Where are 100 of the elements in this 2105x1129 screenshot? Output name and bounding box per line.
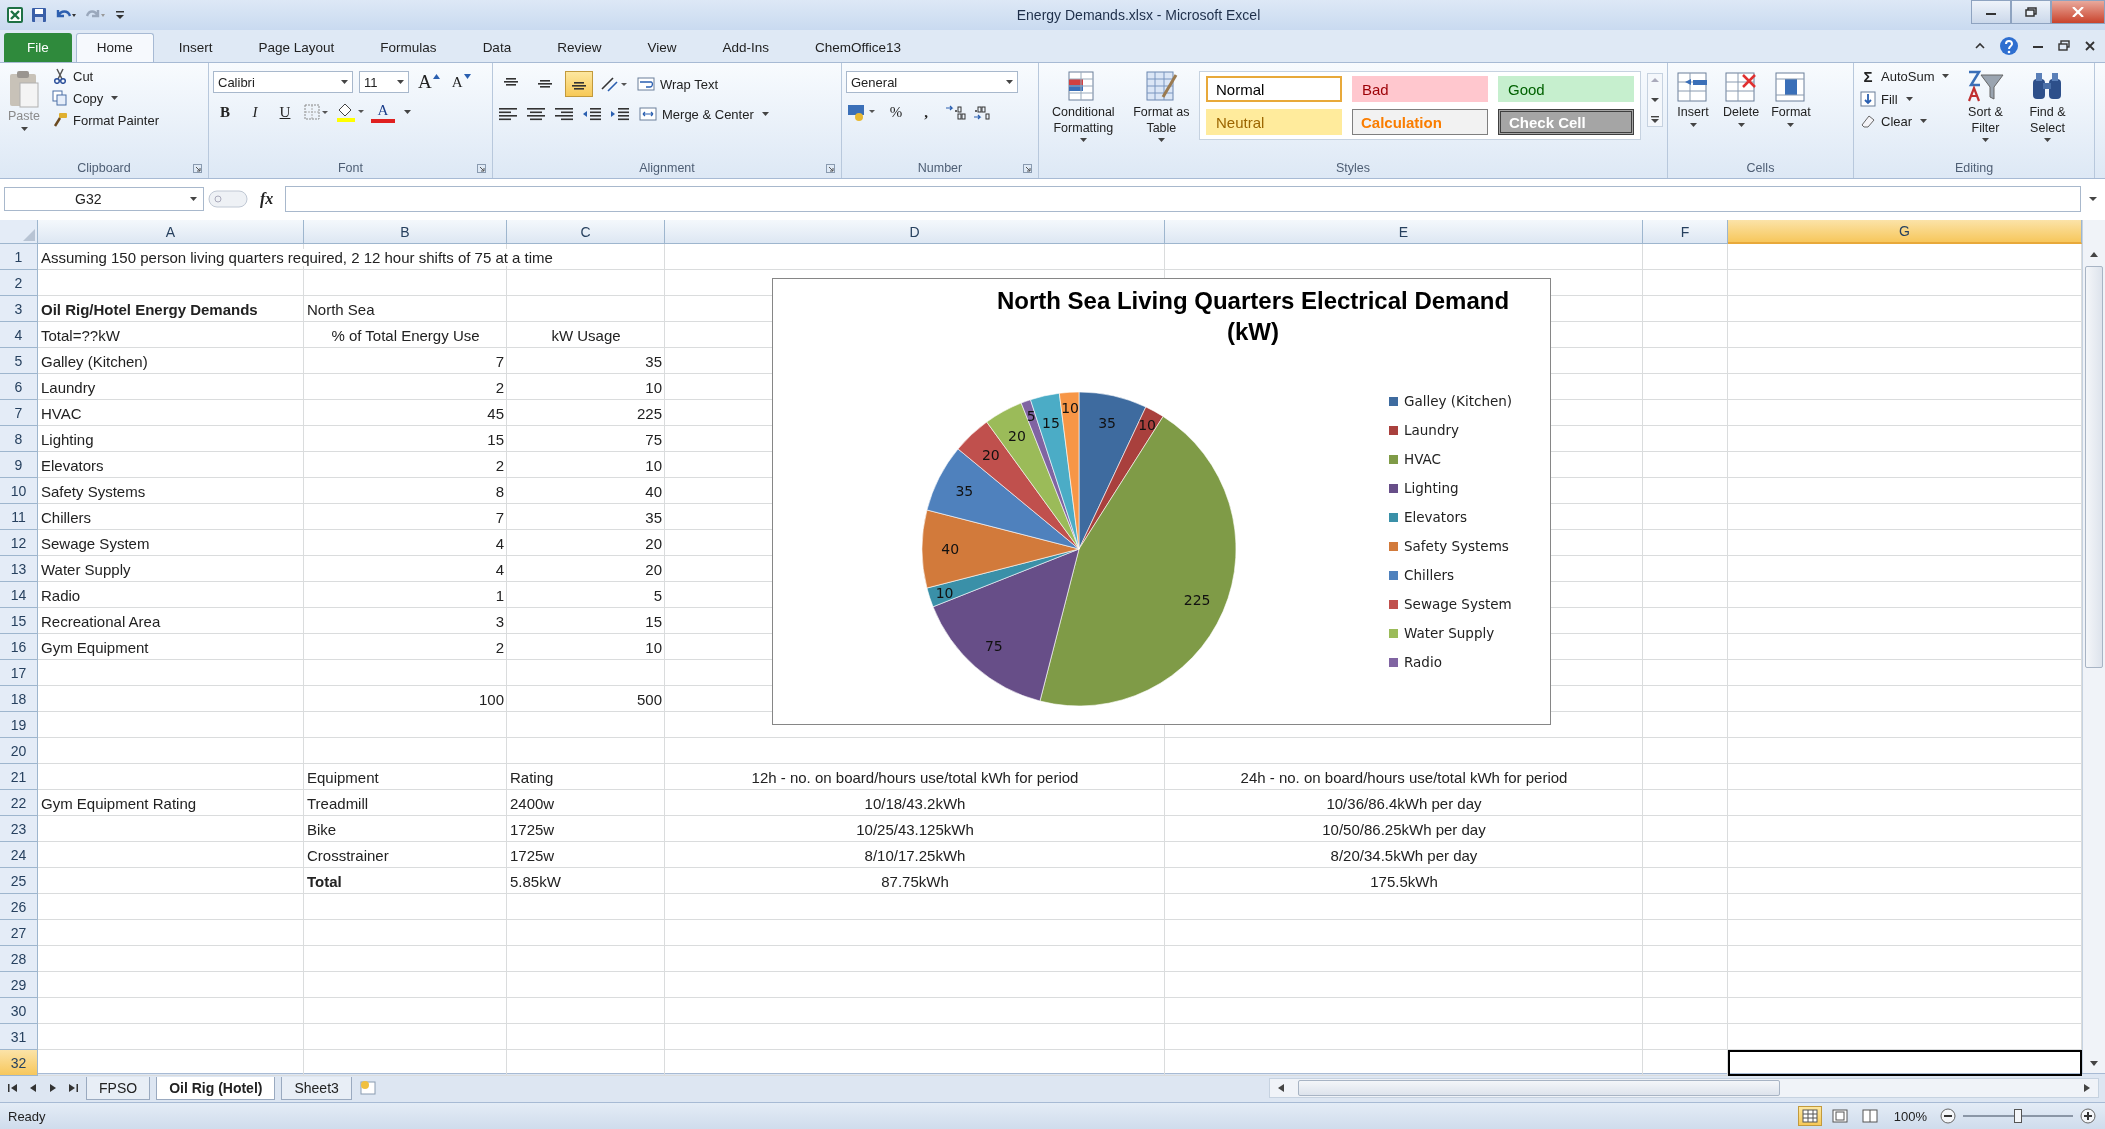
first-sheet-icon[interactable] — [6, 1081, 20, 1095]
view-button[interactable] — [1797, 1106, 1822, 1126]
column-header[interactable]: B — [304, 220, 507, 244]
cell-style-option[interactable]: Bad — [1352, 76, 1488, 102]
increase-decimal-icon[interactable] — [944, 103, 966, 121]
ribbon-tab[interactable]: Page Layout — [237, 33, 356, 62]
sheet-tab[interactable]: Sheet3 — [281, 1076, 352, 1100]
column-header[interactable]: A — [38, 220, 304, 244]
close-button[interactable] — [2051, 0, 2105, 24]
wrap-text-button[interactable]: Wrap Text — [635, 75, 721, 93]
cell-style-option[interactable]: Normal — [1206, 76, 1342, 102]
insert-button[interactable]: Insert — [1672, 67, 1714, 130]
format-button[interactable]: Format — [1768, 67, 1814, 130]
name-box[interactable]: G32 — [4, 187, 204, 211]
row-header[interactable]: 27 — [0, 920, 38, 946]
row-header[interactable]: 18 — [0, 686, 38, 712]
delete-button[interactable]: Delete — [1720, 67, 1763, 130]
save-icon[interactable] — [30, 6, 48, 24]
row-header[interactable]: 23 — [0, 816, 38, 842]
file-tab[interactable]: File — [4, 33, 72, 62]
row-header[interactable]: 7 — [0, 400, 38, 426]
row-header[interactable]: 31 — [0, 1024, 38, 1050]
row-header[interactable]: 26 — [0, 894, 38, 920]
cell-style-option[interactable]: Neutral — [1206, 109, 1342, 135]
row-header[interactable]: 11 — [0, 504, 38, 530]
percent-button[interactable]: % — [884, 101, 908, 123]
row-header[interactable]: 15 — [0, 608, 38, 634]
help-icon[interactable] — [1999, 36, 2019, 56]
ribbon-tab[interactable]: Home — [75, 33, 154, 62]
zoom-slider-thumb[interactable] — [2014, 1109, 2022, 1123]
autosum-button[interactable]: Σ AutoSum — [1858, 67, 1952, 86]
decrease-indent-icon[interactable] — [581, 106, 603, 122]
cut-button[interactable]: Cut — [50, 67, 161, 85]
active-cell[interactable] — [1728, 1050, 2082, 1076]
workbook-restore-icon[interactable] — [2057, 39, 2071, 53]
merge-center-button[interactable]: Merge & Center — [637, 105, 771, 123]
ribbon-tab[interactable]: Formulas — [359, 33, 458, 62]
column-header[interactable]: E — [1165, 220, 1643, 244]
row-header[interactable]: 21 — [0, 764, 38, 790]
row-header[interactable]: 25 — [0, 868, 38, 894]
zoom-out-icon[interactable] — [1939, 1107, 1957, 1125]
row-header[interactable]: 1 — [0, 244, 38, 270]
number-format-field[interactable]: General — [846, 71, 1018, 93]
row-header[interactable]: 19 — [0, 712, 38, 738]
row-header[interactable]: 14 — [0, 582, 38, 608]
row-header[interactable]: 10 — [0, 478, 38, 504]
formula-input[interactable] — [285, 186, 2081, 212]
ribbon-tab[interactable]: Insert — [157, 33, 234, 62]
copy-button[interactable]: Copy — [50, 89, 161, 107]
font-name-field[interactable]: Calibri — [213, 71, 353, 93]
more-styles-icon[interactable] — [1648, 114, 1662, 126]
underline-button[interactable]: U — [273, 101, 297, 123]
font-size-field[interactable]: 11 — [359, 71, 409, 93]
dialog-launcher-icon[interactable] — [477, 164, 486, 173]
row-header[interactable]: 22 — [0, 790, 38, 816]
column-header[interactable]: D — [665, 220, 1165, 244]
column-header[interactable]: G — [1728, 220, 2082, 244]
dialog-launcher-icon[interactable] — [193, 164, 202, 173]
pie-slice[interactable] — [1039, 416, 1237, 707]
chart-area[interactable]: North Sea Living Quarters Electrical Demand (kW) 35 10 225 75 10 40 35 20 20 5 15 10 Galley (Kitchen) Laundry HVAC Lighting Elevators Safety Systems Chillers Sewage System Water Supply Radio — [772, 278, 1551, 725]
row-header[interactable]: 4 — [0, 322, 38, 348]
cell-style-option[interactable]: Good — [1498, 76, 1634, 102]
last-sheet-icon[interactable] — [66, 1081, 80, 1095]
row-header[interactable]: 13 — [0, 556, 38, 582]
scrollbar-thumb[interactable] — [2085, 266, 2103, 668]
restore-button[interactable] — [2011, 0, 2051, 24]
ribbon-tab[interactable]: View — [626, 33, 698, 62]
pie-slice[interactable] — [1059, 391, 1080, 550]
ribbon-tab[interactable]: Data — [461, 33, 533, 62]
horizontal-align-icon[interactable] — [497, 106, 519, 122]
format-painter-button[interactable]: Format Painter — [50, 111, 161, 129]
pie-slice[interactable] — [921, 509, 1080, 589]
scrollbar-thumb[interactable] — [1298, 1080, 1780, 1096]
comma-button[interactable]: , — [914, 101, 938, 123]
italic-button[interactable]: I — [243, 101, 267, 123]
fill-button[interactable]: Fill — [1858, 90, 1952, 108]
row-header[interactable]: 17 — [0, 660, 38, 686]
row-header[interactable]: 9 — [0, 452, 38, 478]
increase-indent-icon[interactable] — [609, 106, 631, 122]
excel-logo-icon[interactable] — [6, 6, 24, 24]
row-header[interactable]: 16 — [0, 634, 38, 660]
workbook-close-icon[interactable] — [2083, 39, 2097, 53]
shrink-font-button[interactable]: A — [448, 71, 474, 93]
row-header[interactable]: 24 — [0, 842, 38, 868]
formula-bar-handle-icon[interactable] — [208, 189, 248, 209]
insert-function-button[interactable]: fx — [252, 190, 282, 208]
row-header[interactable]: 2 — [0, 270, 38, 296]
sort-filter-button[interactable]: Sort & Filter — [1957, 67, 2014, 146]
grow-font-button[interactable]: A — [415, 71, 443, 93]
conditional-formatting-button[interactable]: Conditional Formatting — [1043, 67, 1124, 146]
bold-button[interactable]: B — [213, 101, 237, 123]
currency-icon[interactable] — [846, 102, 878, 122]
zoom-in-icon[interactable] — [2079, 1107, 2097, 1125]
fill-color-icon[interactable] — [335, 102, 365, 122]
row-header[interactable]: 6 — [0, 374, 38, 400]
find-select-button[interactable]: Find & Select — [2019, 67, 2076, 146]
font-color-button[interactable]: A — [371, 101, 395, 123]
row-header[interactable]: 20 — [0, 738, 38, 764]
sheet-tab[interactable]: Oil Rig (Hotel) — [156, 1076, 276, 1100]
row-header[interactable]: 3 — [0, 296, 38, 322]
